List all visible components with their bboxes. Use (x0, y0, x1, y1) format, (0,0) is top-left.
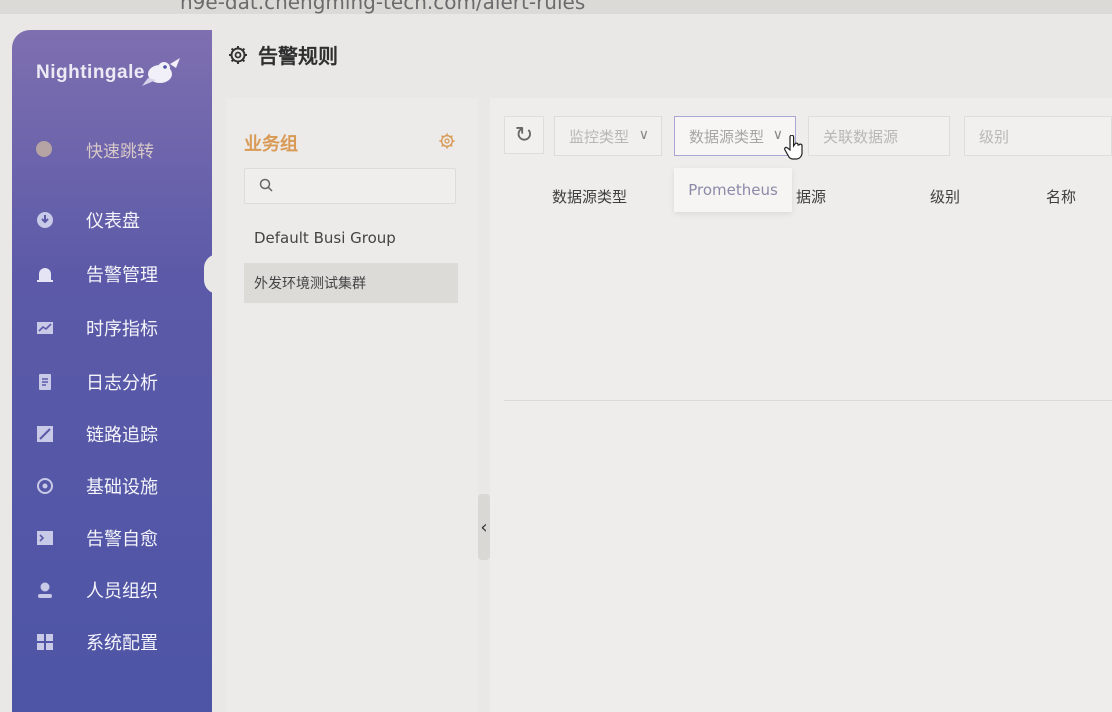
column-severity[interactable]: 级别 (930, 186, 960, 207)
column-datasource[interactable]: 据源 (796, 186, 826, 207)
sidebar-item-logs[interactable]: 日志分析 (12, 360, 212, 404)
sidebar-item-label: 仪表盘 (86, 211, 140, 232)
sidebar-item-label: 基础设施 (86, 477, 158, 498)
sidebar-item-label: 告警自愈 (86, 529, 158, 550)
column-datasource-type[interactable]: 数据源类型 (552, 186, 627, 207)
browser-url-bar[interactable]: n9e-dat.chengming-tech.com/alert-rules (0, 0, 1112, 14)
group-settings-icon[interactable] (438, 132, 456, 150)
sidebar-item-label: 日志分析 (86, 373, 158, 394)
quick-jump[interactable]: 快速跳转 (12, 126, 212, 172)
bird-logo-icon (142, 58, 180, 86)
dashboard-icon (36, 211, 54, 229)
sidebar-item-label: 链路追踪 (86, 425, 158, 446)
sidebar-item-alarm[interactable]: 告警管理 (12, 252, 218, 296)
table-header: 数据源类型 据源 级别 名称 (504, 174, 1112, 218)
sidebar-item-tracing[interactable]: 链路追踪 (12, 412, 212, 456)
gear-icon (229, 45, 247, 64)
severity-placeholder: 级别 (979, 127, 1010, 146)
sidebar-item-label: 人员组织 (86, 581, 158, 602)
infrastructure-icon (36, 477, 54, 495)
url-text: n9e-dat.chengming-tech.com/alert-rules (180, 0, 586, 14)
chevron-down-icon: ∨ (638, 127, 649, 143)
refresh-icon: ↻ (514, 122, 534, 148)
group-search-input[interactable] (244, 168, 456, 204)
collapse-panel-button[interactable]: ‹ (478, 494, 490, 560)
chart-icon (36, 319, 54, 337)
sidebar-item-label: 告警管理 (86, 265, 158, 286)
datasource-type-placeholder: 数据源类型 (689, 127, 765, 146)
sidebar-item-users[interactable]: 人员组织 (12, 568, 212, 612)
document-icon (36, 373, 54, 391)
alert-rules-main: ↻ 监控类型 ∨ 数据源类型 ∨ 关联数据源 级别 数据源类型 据源 级别 名称… (490, 98, 1112, 712)
logo-text: Nightingale (36, 62, 145, 83)
page-header: 告警规则 (228, 40, 338, 69)
group-item-default[interactable]: Default Busi Group (244, 218, 458, 258)
monitor-type-select[interactable]: 监控类型 ∨ (554, 116, 662, 156)
sidebar-item-label: 时序指标 (86, 319, 158, 340)
related-datasource-placeholder: 关联数据源 (823, 127, 899, 146)
related-datasource-select[interactable]: 关联数据源 (808, 116, 950, 156)
alarm-icon (36, 265, 54, 283)
grid-icon (36, 633, 54, 651)
table-divider (504, 400, 1112, 401)
hand-cursor-icon (784, 135, 803, 160)
severity-select[interactable]: 级别 (964, 116, 1112, 156)
sidebar-item-infrastructure[interactable]: 基础设施 (12, 464, 212, 508)
group-panel-title: 业务组 (244, 134, 298, 155)
column-name[interactable]: 名称 (1046, 186, 1076, 207)
chevron-down-icon: ∨ (772, 127, 783, 143)
sidebar-item-dashboard[interactable]: 仪表盘 (12, 198, 212, 242)
sidebar-item-metrics[interactable]: 时序指标 (12, 306, 212, 350)
trace-icon (36, 425, 54, 443)
monitor-type-placeholder: 监控类型 (569, 127, 630, 146)
quick-jump-icon (36, 141, 52, 157)
sidebar: Nightingale 快速跳转 仪表盘 告警管理 时序指标 日志分析 链路追踪… (12, 30, 218, 712)
sidebar-item-self-healing[interactable]: 告警自愈 (12, 516, 212, 560)
terminal-icon (36, 529, 54, 547)
quick-jump-label: 快速跳转 (86, 141, 154, 162)
chevron-left-icon: ‹ (480, 516, 488, 538)
business-group-panel: 业务组 Default Busi Group 外发环境测试集群 (226, 98, 478, 712)
datasource-type-select[interactable]: 数据源类型 ∨ (674, 116, 796, 156)
refresh-button[interactable]: ↻ (504, 116, 544, 154)
user-icon (36, 581, 54, 599)
search-icon (259, 178, 273, 192)
page-title: 告警规则 (258, 44, 338, 68)
group-item-test-cluster[interactable]: 外发环境测试集群 (244, 263, 458, 303)
dropdown-option-prometheus[interactable]: Prometheus (674, 168, 792, 212)
sidebar-item-settings[interactable]: 系统配置 (12, 620, 212, 664)
sidebar-item-label: 系统配置 (86, 633, 158, 654)
